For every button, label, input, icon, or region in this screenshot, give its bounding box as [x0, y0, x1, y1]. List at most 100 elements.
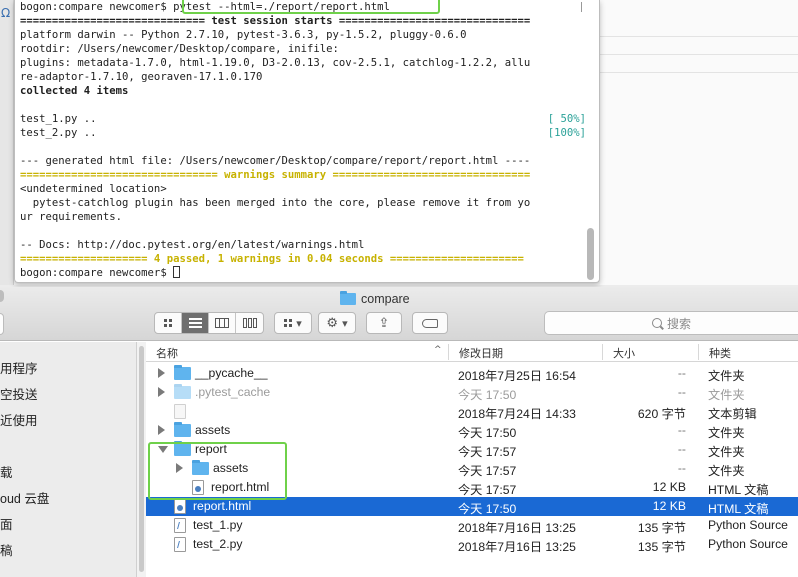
finder-sidebar: 用程序空投送近使用载 oud 云盘面稿	[0, 342, 136, 577]
file-row[interactable]: __pycache__ 2018年7月25日 16:54 -- 文件夹	[146, 364, 798, 383]
terminal-cursor	[173, 266, 181, 278]
search-placeholder: 搜索	[666, 316, 691, 331]
terminal-line-text: test_1.py ..	[20, 113, 97, 125]
tag-icon	[422, 318, 438, 328]
file-row[interactable]: test_2.py 2018年7月16日 13:25 135 字节 Python So…	[146, 535, 798, 554]
share-icon: ⇪	[378, 315, 390, 331]
disclosure-open-icon[interactable]	[158, 446, 168, 453]
share-button[interactable]: ⇪	[366, 312, 402, 334]
search-field[interactable]: 搜索	[544, 311, 798, 335]
file-size: 12 KB	[652, 499, 686, 513]
file-row[interactable]: test_1.py 2018年7月16日 13:25 135 字节 Python So…	[146, 516, 798, 535]
terminal-line: test_2.py .. [100%]	[20, 126, 586, 140]
folder-icon	[340, 291, 356, 305]
sidebar-scrollbar[interactable]	[136, 342, 146, 577]
file-size: --	[677, 423, 686, 437]
file-row[interactable]: .pytest_cache 今天 17:50 -- 文件夹	[146, 383, 798, 402]
omega-icon[interactable]: Ω	[1, 6, 10, 20]
tag-button[interactable]	[412, 312, 448, 334]
terminal-line-text: <undetermined location>	[20, 183, 167, 195]
terminal-window[interactable]: bogon:compare newcomer$ pytest --html=./…	[14, 0, 600, 283]
window-control-button[interactable]	[0, 290, 4, 302]
file-size: --	[677, 442, 686, 456]
disclosure-closed-icon[interactable]	[176, 463, 183, 473]
terminal-line: collected 4 items	[20, 84, 586, 98]
folder-icon	[192, 460, 209, 478]
html-file-icon	[192, 480, 204, 498]
folder-icon	[174, 441, 191, 459]
group-by-button[interactable]: ▾	[274, 312, 312, 334]
list-view-icon[interactable]	[182, 313, 209, 333]
file-kind: 文件夹	[708, 426, 745, 440]
terminal-line-text: ============================= test sessi…	[20, 15, 531, 27]
file-name: report	[195, 442, 227, 456]
terminal-line-text: test_2.py ..	[20, 127, 97, 139]
file-row[interactable]: report.html 今天 17:50 12 KB HTML 文稿	[146, 497, 798, 516]
file-size: 135 字节	[637, 540, 686, 554]
icon-view-icon[interactable]	[155, 313, 182, 333]
sidebar-item[interactable]: 用程序	[0, 358, 38, 376]
terminal-line: ur requirements.	[20, 210, 586, 224]
finder-titlebar: compare ▾ ⚙ ▾ ⇪ 搜索	[0, 287, 798, 341]
file-kind: HTML 文稿	[708, 483, 769, 497]
file-date: 2018年7月16日 13:25	[458, 540, 576, 554]
terminal-line-text: platform darwin -- Python 2.7.10, pytest…	[20, 29, 467, 41]
file-row[interactable]: assets 今天 17:57 -- 文件夹	[146, 459, 798, 478]
file-date: 今天 17:50	[458, 502, 517, 516]
text-clipping-icon	[174, 404, 186, 422]
terminal-line: =============================== warnings…	[20, 168, 586, 182]
terminal-scrollbar[interactable]	[587, 228, 594, 280]
terminal-line-text: -- Docs: http://doc.pytest.org/en/latest…	[20, 239, 365, 251]
test-progress: [100%]	[547, 127, 586, 139]
file-date: 2018年7月25日 16:54	[458, 369, 576, 383]
sort-ascending-icon[interactable]: ^	[434, 345, 442, 355]
editor-gutter: Ω	[0, 0, 14, 285]
file-row[interactable]: report 今天 17:57 -- 文件夹	[146, 440, 798, 459]
terminal-line: bogon:compare newcomer$	[20, 266, 586, 280]
sidebar-item[interactable]: 近使用	[0, 410, 38, 428]
sidebar-item[interactable]: 面	[0, 514, 13, 532]
cover-flow-icon[interactable]	[236, 313, 263, 333]
back-button[interactable]	[0, 313, 4, 335]
terminal-scroll-indicator	[581, 2, 582, 12]
disclosure-closed-icon[interactable]	[158, 387, 165, 397]
folder-icon	[174, 365, 191, 383]
file-name: .pytest_cache	[195, 385, 271, 399]
column-header-kind[interactable]: 种类	[709, 345, 731, 361]
terminal-line: <undetermined location>	[20, 182, 586, 196]
file-row[interactable]: assets 今天 17:50 -- 文件夹	[146, 421, 798, 440]
column-header-name[interactable]: 名称	[156, 345, 178, 361]
column-header-size[interactable]: 大小	[613, 345, 635, 361]
file-name: report.html	[193, 499, 252, 513]
sidebar-item[interactable]: 空投送	[0, 384, 38, 402]
chevron-down-icon: ▾	[342, 316, 348, 330]
file-name: test_2.py	[193, 537, 243, 551]
sidebar-item[interactable]: 稿	[0, 540, 13, 558]
terminal-line-text: bogon:compare newcomer$ pytest --html=./…	[20, 1, 390, 13]
terminal-line: pytest-catchlog plugin has been merged i…	[20, 196, 586, 210]
file-kind: Python Source	[708, 518, 788, 532]
disclosure-closed-icon[interactable]	[158, 368, 165, 378]
file-row[interactable]: 2018年7月24日 14:33 620 字节 文本剪辑	[146, 402, 798, 421]
file-row[interactable]: report.html 今天 17:57 12 KB HTML 文稿	[146, 478, 798, 497]
sidebar-item[interactable]: 载	[0, 462, 13, 480]
file-date: 今天 17:50	[458, 426, 517, 440]
gear-icon: ⚙	[326, 315, 339, 331]
screen: Ω bogon:compare newcomer$ pytest --html=…	[0, 0, 798, 577]
terminal-line-text: ur requirements.	[20, 211, 123, 223]
sidebar-item[interactable]: oud 云盘	[0, 488, 49, 506]
action-button[interactable]: ⚙ ▾	[318, 312, 356, 334]
terminal-line: ============================= test sessi…	[20, 14, 586, 28]
group-grid-icon	[284, 319, 293, 327]
file-size: 135 字节	[637, 521, 686, 535]
column-header-date[interactable]: 修改日期	[459, 345, 503, 361]
file-size: 620 字节	[637, 407, 686, 421]
column-view-icon[interactable]	[209, 313, 236, 333]
chevron-down-icon: ▾	[296, 316, 302, 330]
disclosure-closed-icon[interactable]	[158, 425, 165, 435]
list-header: 名称 ^ 修改日期 大小 种类	[146, 342, 798, 362]
window-title: compare	[340, 291, 410, 307]
file-size: --	[677, 385, 686, 399]
